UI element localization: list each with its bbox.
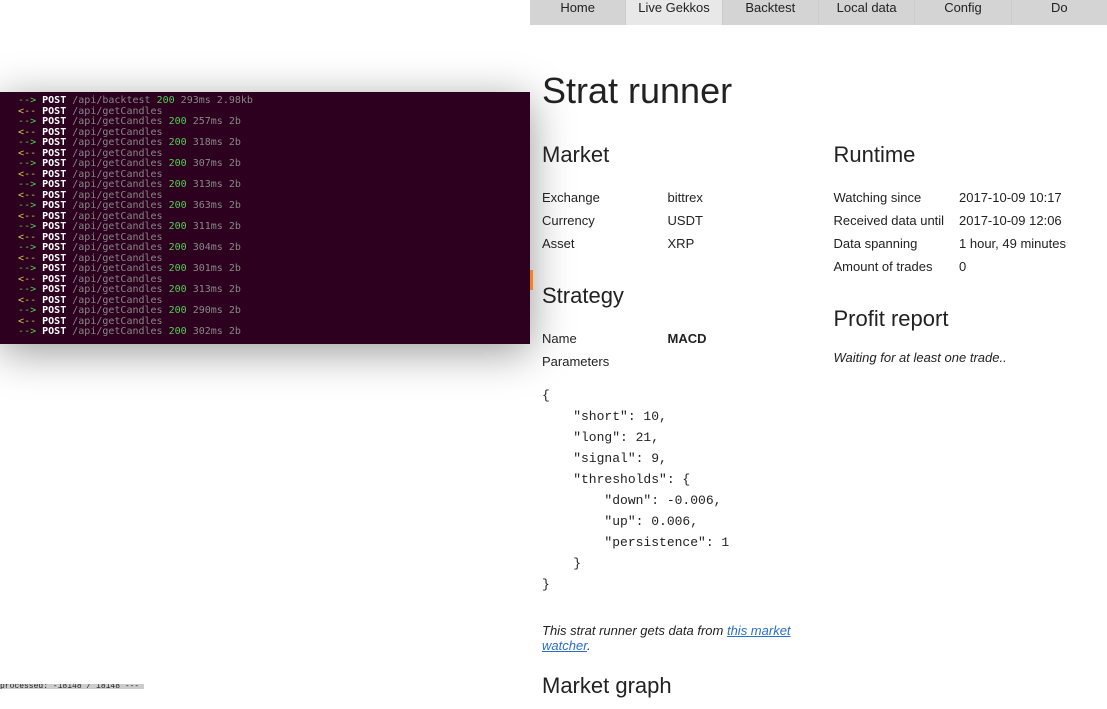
terminal-panel: --> POST /api/backtest 200 293ms 2.98kb … (0, 92, 530, 344)
runtime-table: Watching since 2017-10-09 10:17 Received… (834, 186, 1096, 278)
runtime-label: Received data until (834, 209, 960, 232)
market-label: Asset (542, 232, 668, 255)
table-row: Parameters (542, 350, 804, 373)
runtime-section: Runtime Watching since 2017-10-09 10:17 … (834, 142, 1096, 278)
footnote: This strat runner gets data from this ma… (542, 623, 804, 653)
runtime-label: Data spanning (834, 232, 960, 255)
market-value: USDT (668, 209, 804, 232)
strategy-params-code: { "short": 10, "long": 21, "signal": 9, … (542, 385, 804, 595)
table-row: Amount of trades 0 (834, 255, 1096, 278)
table-row: Received data until 2017-10-09 12:06 (834, 209, 1096, 232)
strategy-name-label: Name (542, 327, 668, 350)
terminal-line: --> POST /api/getCandles 200 302ms 2b (6, 327, 524, 338)
market-heading: Market (542, 142, 804, 168)
runtime-value: 2017-10-09 12:06 (959, 209, 1095, 232)
page-title: Strat runner (542, 70, 1095, 112)
footnote-prefix: This strat runner gets data from (542, 623, 727, 638)
market-label: Currency (542, 209, 668, 232)
nav-tabs: HomeLive GekkosBacktestLocal dataConfigD… (530, 0, 1107, 25)
strategy-params-label: Parameters (542, 350, 668, 373)
runtime-heading: Runtime (834, 142, 1096, 168)
strategy-section: Strategy Name MACD Parameters { "short":… (542, 283, 804, 595)
nav-tab-local-data[interactable]: Local data (819, 0, 915, 25)
profit-section: Profit report Waiting for at least one t… (834, 306, 1096, 365)
nav-tab-backtest[interactable]: Backtest (723, 0, 819, 25)
nav-tab-config[interactable]: Config (915, 0, 1011, 25)
table-row: Data spanning 1 hour, 49 minutes (834, 232, 1096, 255)
status-bar: processed: -18148 / 18148 ------ (0, 684, 144, 689)
profit-heading: Profit report (834, 306, 1096, 332)
profit-waiting-text: Waiting for at least one trade.. (834, 350, 1096, 365)
runtime-label: Amount of trades (834, 255, 960, 278)
table-row: Exchange bittrex (542, 186, 804, 209)
strategy-table: Name MACD Parameters (542, 327, 804, 373)
graph-heading: Market graph (542, 673, 804, 699)
table-row: Name MACD (542, 327, 804, 350)
runtime-label: Watching since (834, 186, 960, 209)
main-content: Strat runner Market Exchange bittrex Cur… (530, 60, 1107, 709)
table-row: Currency USDT (542, 209, 804, 232)
table-row: Asset XRP (542, 232, 804, 255)
market-section: Market Exchange bittrex Currency USDT As… (542, 142, 804, 255)
runtime-value: 1 hour, 49 minutes (959, 232, 1095, 255)
market-table: Exchange bittrex Currency USDT Asset XRP (542, 186, 804, 255)
table-row: Watching since 2017-10-09 10:17 (834, 186, 1096, 209)
strategy-heading: Strategy (542, 283, 804, 309)
market-value: XRP (668, 232, 804, 255)
strategy-name-value: MACD (668, 327, 804, 350)
market-label: Exchange (542, 186, 668, 209)
runtime-value: 2017-10-09 10:17 (959, 186, 1095, 209)
nav-tab-do[interactable]: Do (1012, 0, 1107, 25)
nav-tab-home[interactable]: Home (530, 0, 626, 25)
footnote-suffix: . (587, 638, 591, 653)
runtime-value: 0 (959, 255, 1095, 278)
nav-tab-live-gekkos[interactable]: Live Gekkos (626, 0, 722, 25)
market-value: bittrex (668, 186, 804, 209)
